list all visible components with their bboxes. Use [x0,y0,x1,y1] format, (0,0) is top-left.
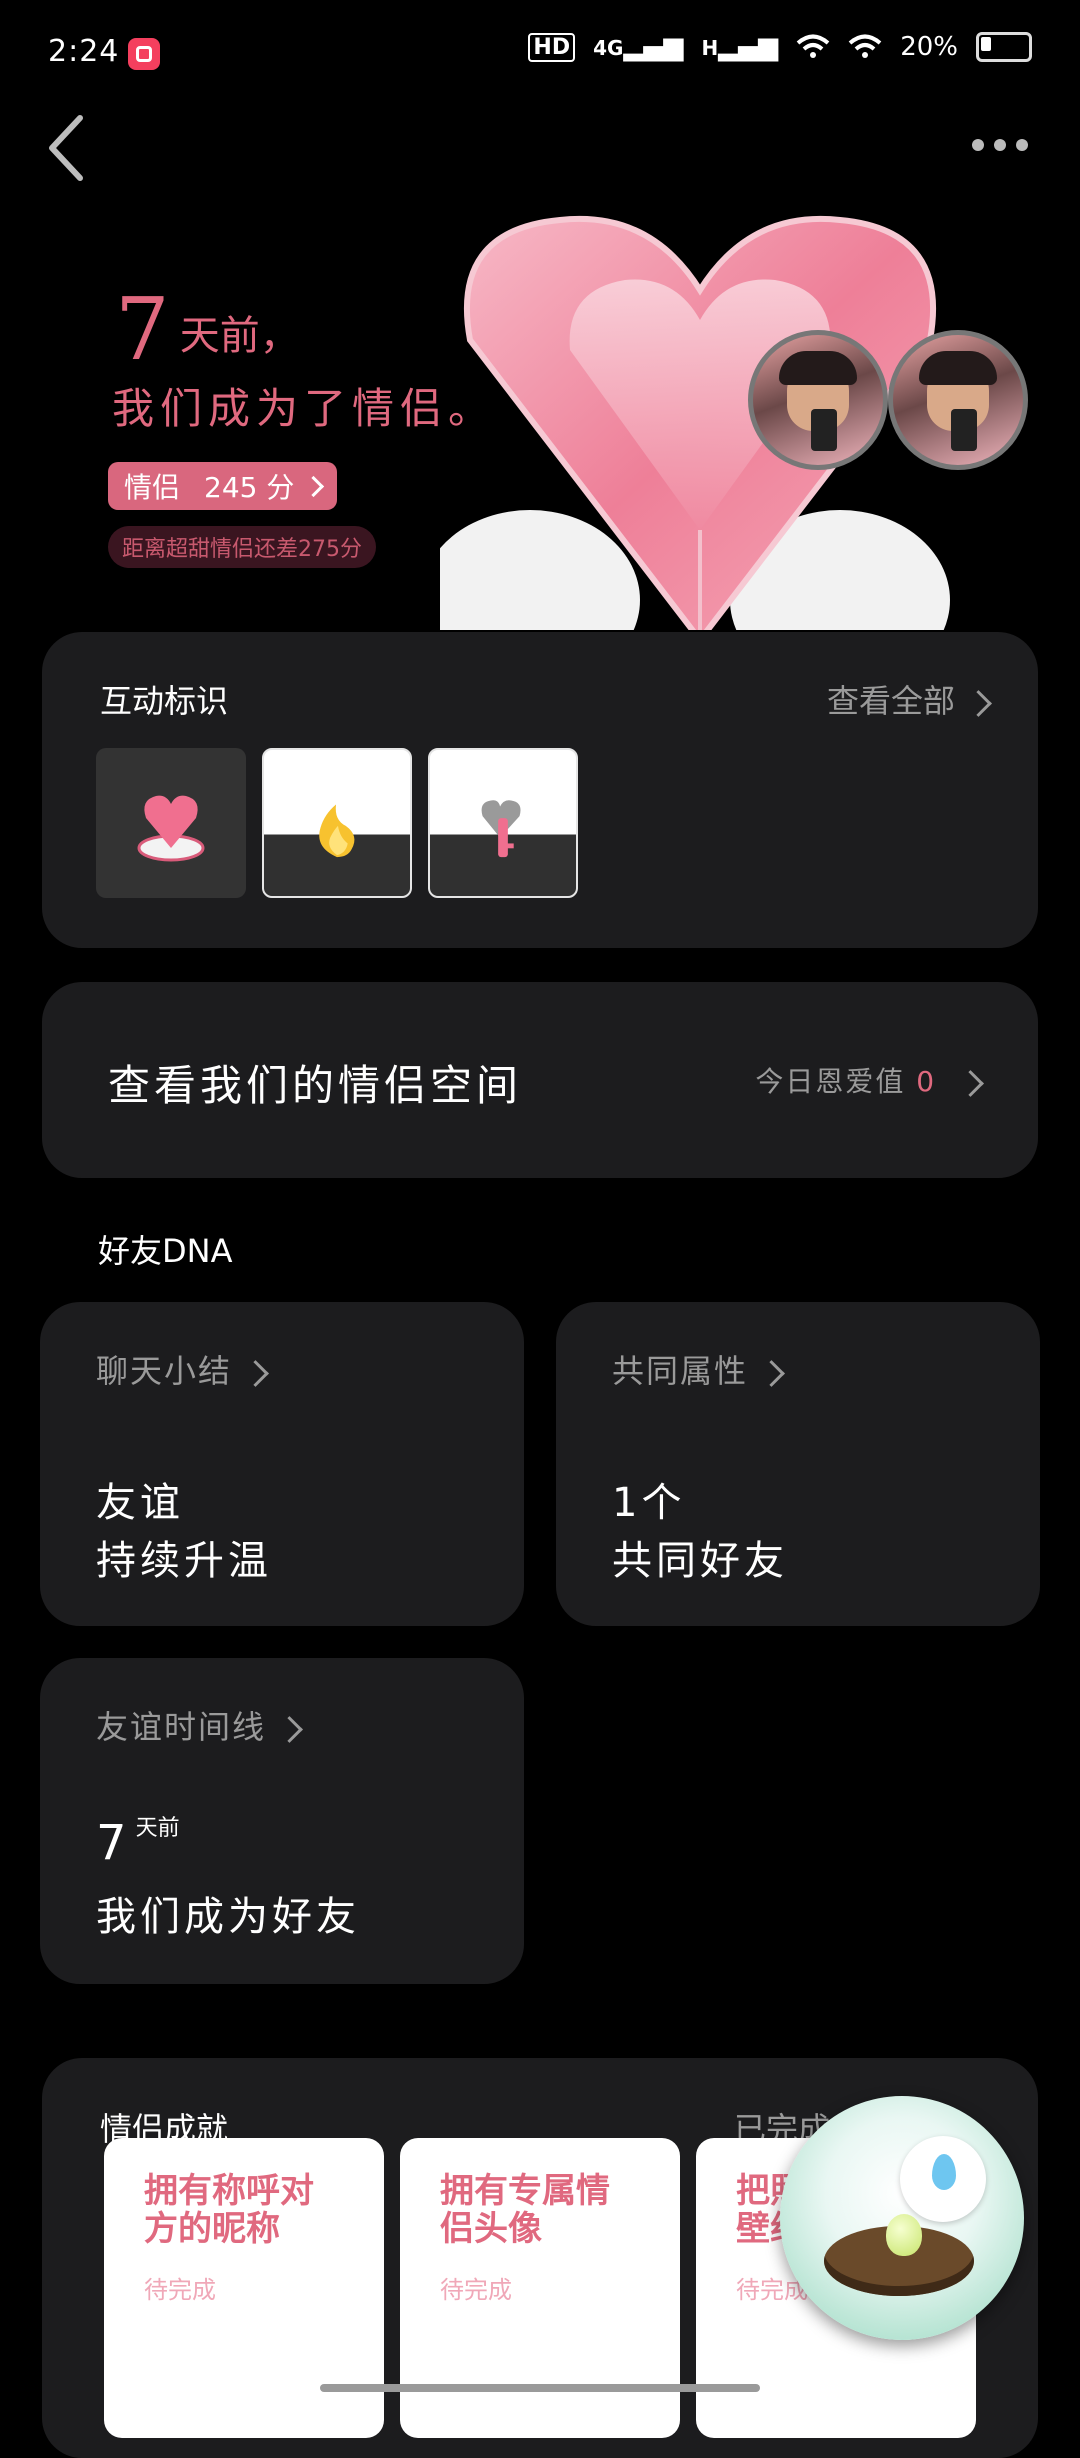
interaction-badges-card: 互动标识 查看全部 [42,632,1038,948]
days-since-text: 7 天前， [115,280,300,380]
badge-flame[interactable] [262,748,412,898]
flame-icon [319,804,355,858]
heart-lock-icon [481,800,521,858]
couple-space-card[interactable]: 查看我们的情侣空间 今日恩爱值 0 [42,982,1038,1178]
chevron-right-icon [957,1069,984,1097]
chat-summary-line1: 友谊 [96,1480,184,1526]
timeline-line2: 我们成为好友 [96,1894,360,1940]
wifi-icon [796,34,830,58]
chevron-right-icon [303,475,325,497]
chevron-right-icon [758,1359,785,1387]
hd-indicator: HD [528,32,576,62]
section-title: 互动标识 [100,682,229,720]
achievement-title: 拥有称呼对方的昵称 [144,2171,314,2249]
egg-icon [886,2214,922,2256]
battery-percent: 20% [900,32,958,62]
couple-message: 我们成为了情侣。 [112,384,497,433]
achievement-status: 待完成 [144,2276,216,2304]
heart-badge-icon [137,795,205,862]
chevron-right-icon [276,1715,303,1743]
more-dot-icon [994,139,1006,151]
achievement-card[interactable]: 拥有称呼对方的昵称 待完成 [104,2138,384,2438]
achievement-card[interactable]: 拥有专属情侣头像 待完成 [400,2138,680,2438]
score-hint: 距离超甜情侣还差275分 [108,526,376,568]
more-dot-icon [972,139,984,151]
friend-dna-label: 好友DNA [98,1232,233,1270]
couple-score-button[interactable]: 情侣 245 分 [108,462,338,510]
view-all-link[interactable]: 查看全部 [827,676,992,722]
timeline-days: 7 天前 [96,1815,180,1871]
score-label: 情侣 [124,471,181,504]
common-attributes-link[interactable]: 共同属性 [612,1346,785,1392]
chevron-right-icon [242,1359,269,1387]
avatar[interactable] [748,330,888,470]
status-time: 2:24 [48,34,120,69]
timeline-link[interactable]: 友谊时间线 [96,1702,303,1748]
chevron-right-icon [965,689,992,717]
back-button[interactable] [40,108,100,188]
achievement-title: 拥有专属情侣头像 [440,2171,610,2249]
app-notification-icon [128,38,160,70]
home-indicator[interactable] [320,2384,760,2392]
achievement-status: 待完成 [440,2276,512,2304]
friendship-timeline-card[interactable]: 友谊时间线 7 天前 我们成为好友 [40,1658,524,1984]
avatar[interactable] [888,330,1028,470]
more-dot-icon [1016,139,1028,151]
common-attributes-line2: 共同好友 [612,1538,788,1584]
chat-summary-card[interactable]: 聊天小结 友谊 持续升温 [40,1302,524,1626]
floating-pet-widget[interactable] [780,2096,1024,2340]
couple-hero: 7 天前， 我们成为了情侣。 情侣 245 分 距离超甜情侣还差275分 [0,200,1080,630]
common-attributes-card[interactable]: 共同属性 1个 共同好友 [556,1302,1040,1626]
chat-summary-link[interactable]: 聊天小结 [96,1346,269,1392]
status-bar: 2:24 HD 4G▂▄▆ H▂▄▆ 20% [0,0,1080,110]
status-indicators: HD 4G▂▄▆ H▂▄▆ 20% [528,32,1032,62]
score-value: 245 分 [204,471,295,504]
badge-lock-key[interactable] [428,748,578,898]
water-drop-bubble [900,2136,986,2222]
wifi-icon-2 [848,34,882,58]
chevron-left-icon [49,115,83,181]
badge-heart[interactable] [96,748,246,898]
water-drop-icon [932,2154,956,2190]
more-button[interactable] [960,120,1040,170]
chat-summary-line2: 持续升温 [96,1538,272,1584]
signal-4g-icon: 4G▂▄▆ [593,32,684,62]
love-value-indicator: 今日恩爱值 0 [755,1060,984,1100]
battery-icon [976,32,1032,62]
signal-h-icon: H▂▄▆ [701,32,779,62]
common-attributes-line1: 1个 [612,1480,686,1526]
couple-space-title: 查看我们的情侣空间 [108,1061,523,1110]
